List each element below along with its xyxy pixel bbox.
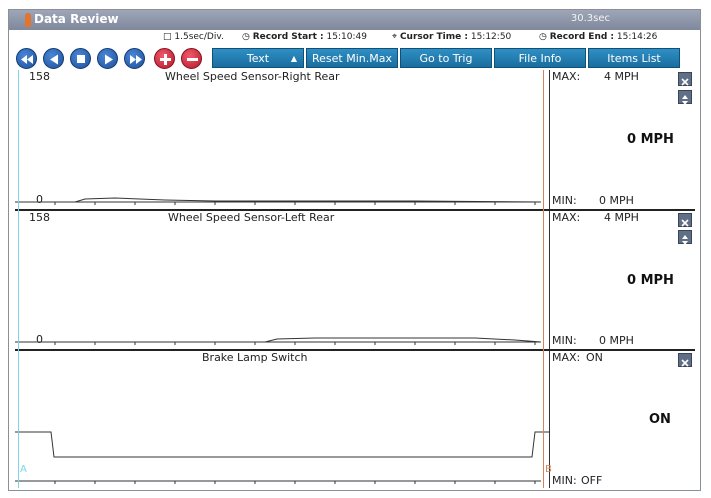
max-value: 4 MPH xyxy=(604,211,639,224)
record-end: ◷ Record End : 15:14:26 xyxy=(539,32,658,42)
max-label: MAX: xyxy=(552,211,581,224)
toolbar: Text ▲ Reset Min.Max Go to Trig File Inf… xyxy=(9,45,700,69)
move-graph-button[interactable] xyxy=(678,90,692,105)
clock-icon: ◷ xyxy=(539,32,547,42)
record-info-bar: □ 1.5sec/Div. ◷ Record Start : 15:10:49 … xyxy=(9,31,700,45)
min-value: 0 MPH xyxy=(599,194,634,207)
cursor-a-label: A xyxy=(20,464,27,475)
play-button[interactable] xyxy=(97,48,118,69)
graph-panel-right-rear: 158 Wheel Speed Sensor-Right Rear 0 MAX:… xyxy=(15,70,695,210)
cursor-a-line[interactable] xyxy=(18,70,19,488)
max-value: ON xyxy=(586,351,603,364)
cursor-time: ⌖ Cursor Time : 15:12:50 xyxy=(392,32,512,42)
plot-area[interactable]: 158 Wheel Speed Sensor-Left Rear 0 xyxy=(15,211,550,349)
play-back-icon xyxy=(50,54,58,65)
value-side-panel: MAX: 4 MPH 0 MPH MIN: 0 MPH xyxy=(550,211,695,349)
play-icon xyxy=(105,54,113,65)
fast-forward-icon xyxy=(130,55,142,64)
signal-trace xyxy=(15,337,542,345)
updown-arrow-icon: ▲ xyxy=(290,54,297,63)
rewind-button[interactable] xyxy=(16,48,37,69)
items-list-button[interactable]: Items List xyxy=(588,48,680,68)
file-info-button[interactable]: File Info xyxy=(494,48,586,68)
min-value: OFF xyxy=(581,474,603,487)
clock-icon: ◷ xyxy=(242,32,250,42)
plus-icon xyxy=(160,54,171,65)
app-icon xyxy=(25,13,31,27)
min-label: MIN: xyxy=(552,334,577,347)
go-to-trig-button[interactable]: Go to Trig xyxy=(400,48,492,68)
zoom-out-button[interactable] xyxy=(181,48,202,69)
close-graph-button[interactable] xyxy=(678,213,692,227)
current-value: 0 MPH xyxy=(627,273,674,288)
min-label: MIN: xyxy=(552,194,577,207)
plot-area[interactable]: Brake Lamp Switch xyxy=(15,351,550,488)
close-icon xyxy=(681,359,689,367)
min-value: 0 MPH xyxy=(599,334,634,347)
plot-area[interactable]: 158 Wheel Speed Sensor-Right Rear 0 xyxy=(15,70,550,210)
close-icon xyxy=(681,78,689,86)
signal-trace xyxy=(15,197,542,205)
move-graph-button[interactable] xyxy=(678,230,692,245)
max-value: 4 MPH xyxy=(604,70,639,83)
close-graph-button[interactable] xyxy=(678,353,692,367)
current-value: 0 MPH xyxy=(627,132,674,147)
stop-button[interactable] xyxy=(70,48,91,69)
step-back-button[interactable] xyxy=(43,48,64,69)
rewind-icon xyxy=(21,55,33,64)
value-side-panel: MAX: ON ON MIN: OFF xyxy=(550,351,695,488)
zoom-in-button[interactable] xyxy=(154,48,175,69)
minus-icon xyxy=(187,58,198,61)
display-mode-select[interactable]: Text ▲ xyxy=(212,48,304,68)
max-label: MAX: xyxy=(552,70,581,83)
record-start: ◷ Record Start : 15:10:49 xyxy=(242,32,367,42)
updown-arrow-icon xyxy=(682,235,688,245)
value-side-panel: MAX: 4 MPH 0 MPH MIN: 0 MPH xyxy=(550,70,695,210)
close-graph-button[interactable] xyxy=(678,72,692,86)
updown-arrow-icon xyxy=(682,95,688,105)
reset-min-max-button[interactable]: Reset Min.Max xyxy=(306,48,398,68)
signal-trace xyxy=(15,431,549,484)
window-title: Data Review xyxy=(34,12,119,26)
min-label: MIN: xyxy=(552,474,577,487)
cursor-b-line[interactable] xyxy=(543,70,544,488)
crosshair-icon: ⌖ xyxy=(392,32,398,42)
fast-forward-button[interactable] xyxy=(124,48,145,69)
cursor-b-label: B xyxy=(545,464,552,475)
close-icon xyxy=(681,219,689,227)
scale-icon: □ xyxy=(163,32,172,42)
stop-icon xyxy=(77,55,85,63)
graph-panel-left-rear: 158 Wheel Speed Sensor-Left Rear 0 MAX: … xyxy=(15,211,695,349)
graph-panel-brake-lamp: Brake Lamp Switch MAX: ON ON MIN: OFF xyxy=(15,351,695,488)
duration-label: 30.3sec xyxy=(570,13,610,24)
div-scale: □ 1.5sec/Div. xyxy=(163,32,224,42)
max-label: MAX: xyxy=(552,351,581,364)
title-bar: Data Review 30.3sec xyxy=(9,10,700,30)
current-value: ON xyxy=(649,412,671,427)
